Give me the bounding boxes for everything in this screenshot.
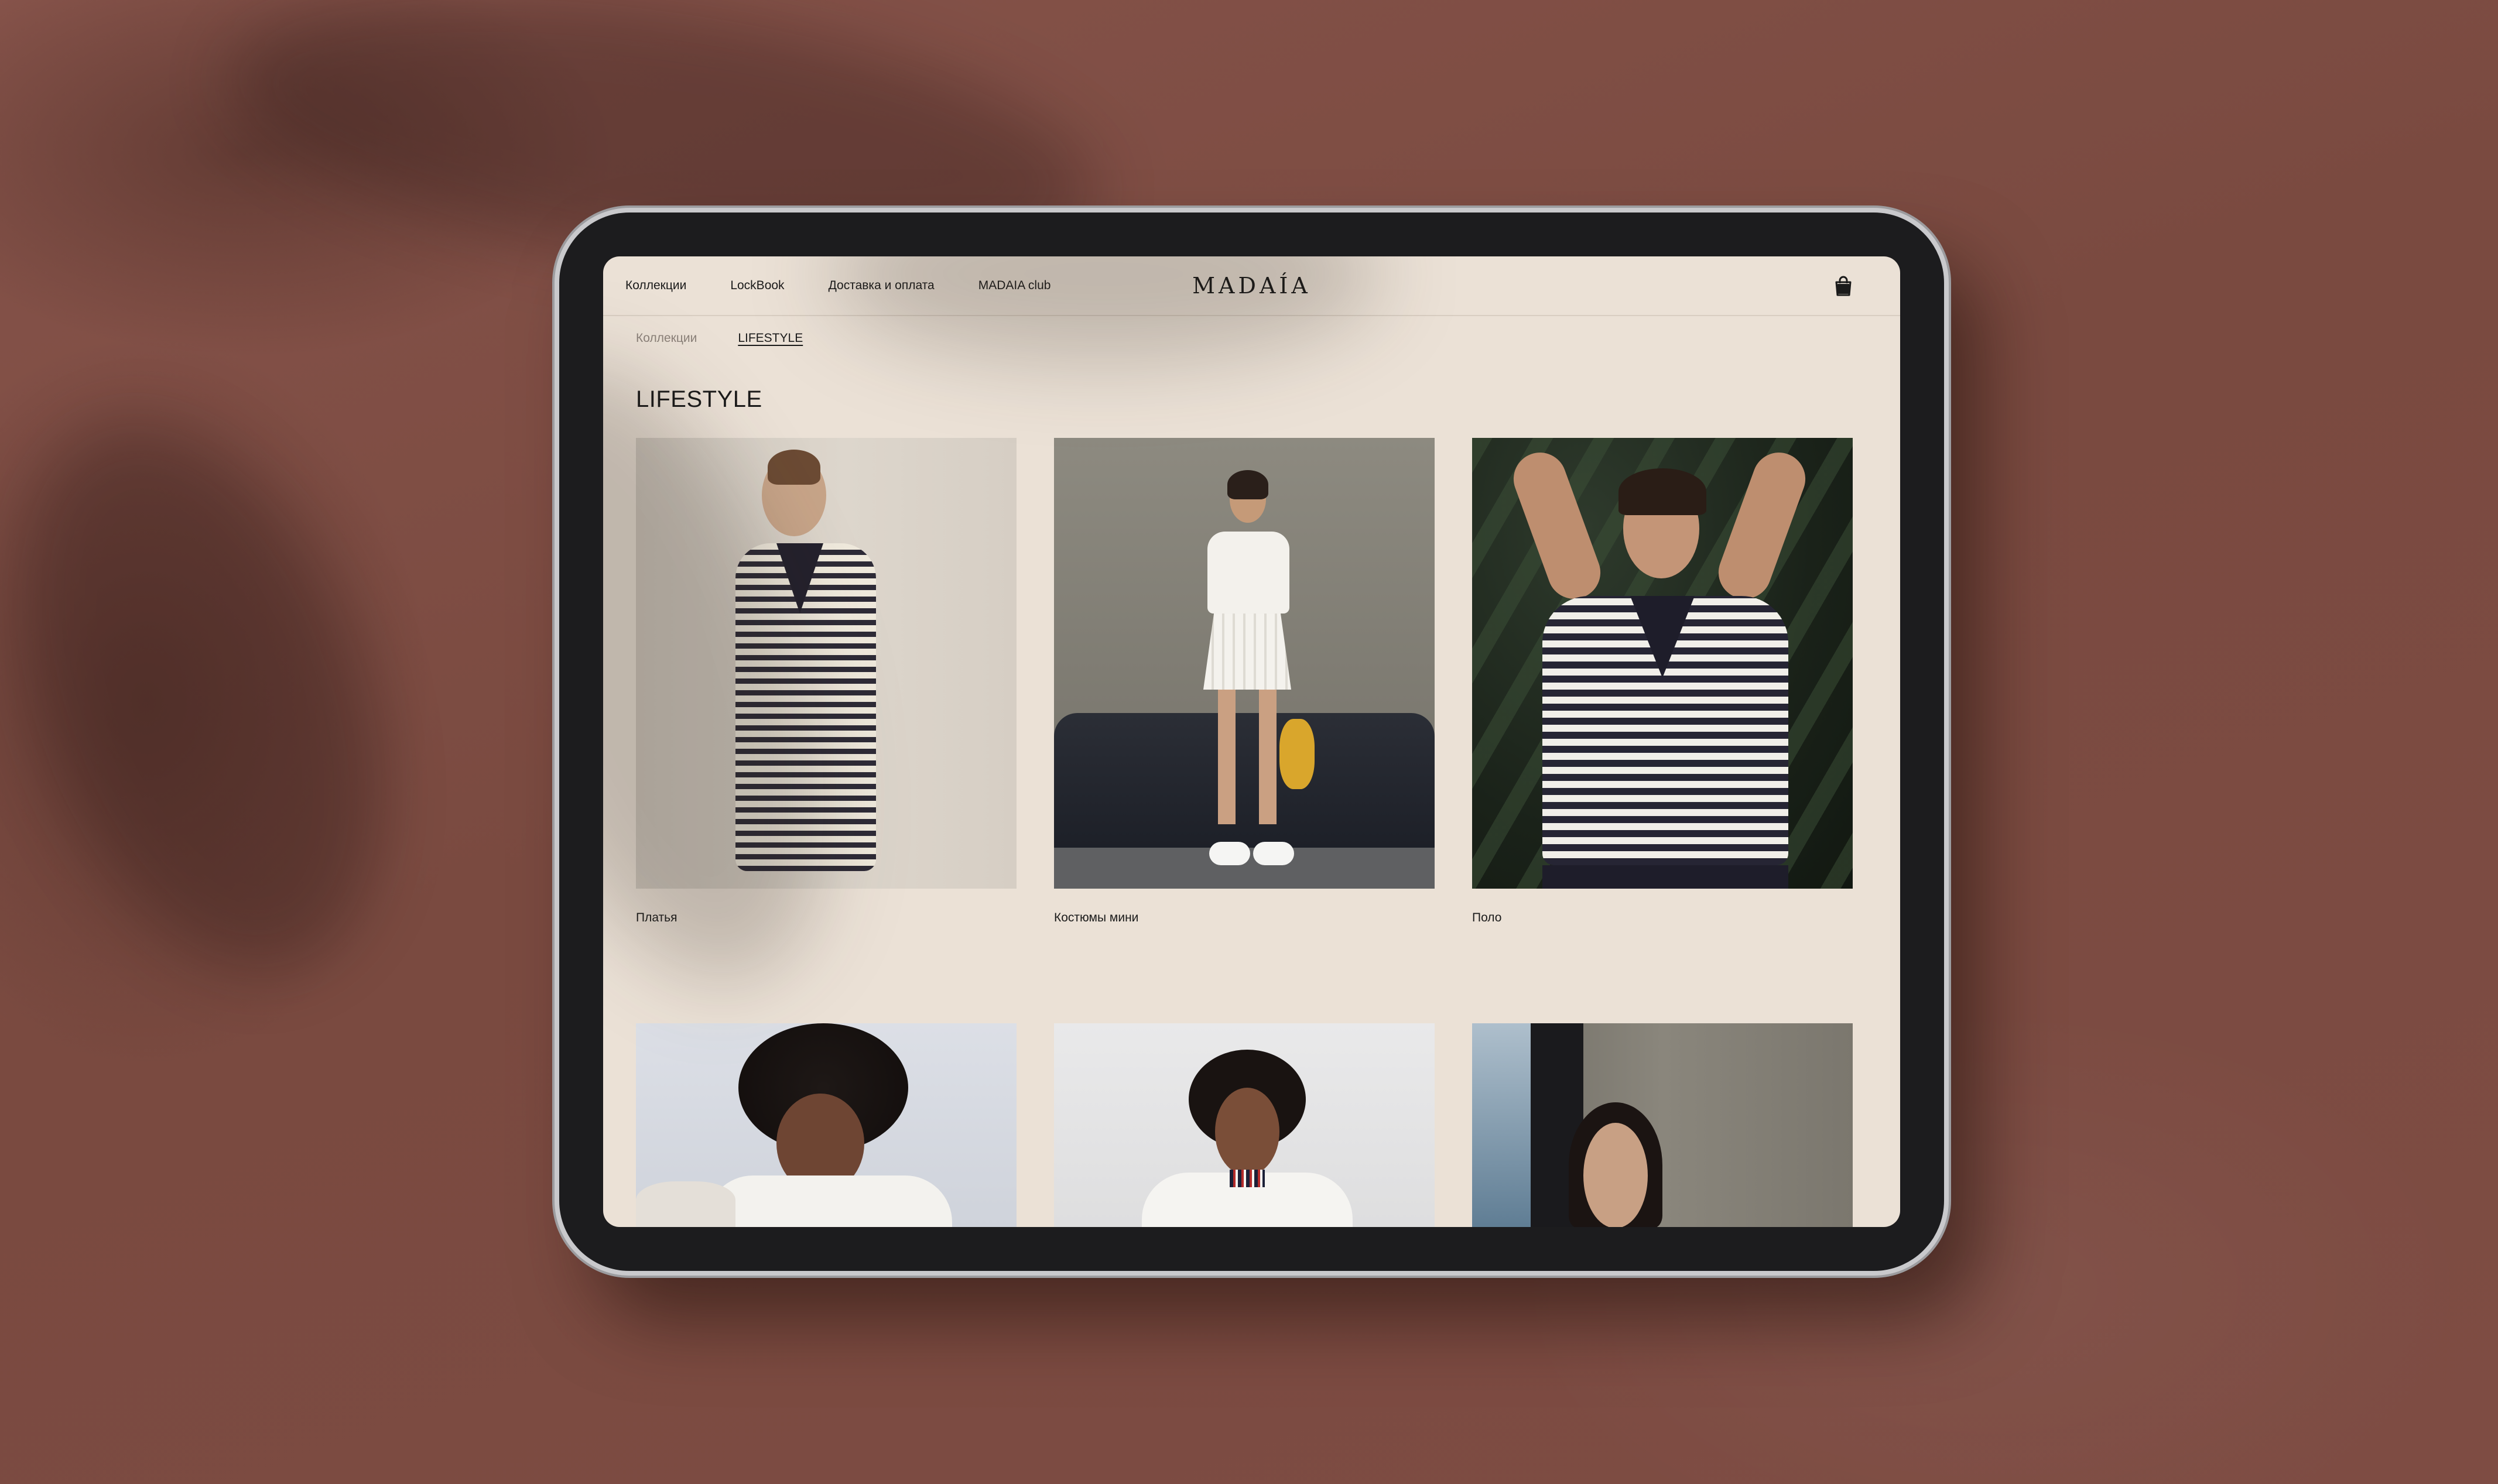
- breadcrumb: Коллекции LIFESTYLE: [636, 331, 803, 345]
- collection-photo: [636, 1023, 1017, 1227]
- collection-photo: [1054, 1023, 1435, 1227]
- collection-card-dresses[interactable]: Платья: [636, 438, 1017, 925]
- collection-photo: [1054, 438, 1435, 889]
- collection-photo: [636, 438, 1017, 889]
- collection-card[interactable]: [1054, 1023, 1435, 1227]
- page-title: LIFESTYLE: [636, 386, 762, 412]
- site-logo[interactable]: MADAÍA: [603, 256, 1900, 315]
- collection-label: Платья: [636, 911, 677, 924]
- breadcrumb-collections[interactable]: Коллекции: [636, 331, 697, 345]
- breadcrumb-current: LIFESTYLE: [738, 331, 803, 345]
- collection-label: Костюмы мини: [1054, 911, 1139, 924]
- collection-photo: [1472, 1023, 1853, 1227]
- collection-card[interactable]: [636, 1023, 1017, 1227]
- collection-card[interactable]: [1472, 1023, 1853, 1227]
- collection-label: Поло: [1472, 911, 1502, 924]
- collection-photo: [1472, 438, 1853, 889]
- collection-card-polo[interactable]: Поло: [1472, 438, 1853, 925]
- tablet-device: Коллекции LockBook Доставка и оплата MAD…: [559, 213, 1944, 1271]
- shopping-bag-icon[interactable]: [1833, 276, 1853, 297]
- site-header: Коллекции LockBook Доставка и оплата MAD…: [603, 256, 1900, 316]
- browser-screen: Коллекции LockBook Доставка и оплата MAD…: [603, 256, 1900, 1227]
- collection-card-mini-suits[interactable]: Костюмы мини: [1054, 438, 1435, 925]
